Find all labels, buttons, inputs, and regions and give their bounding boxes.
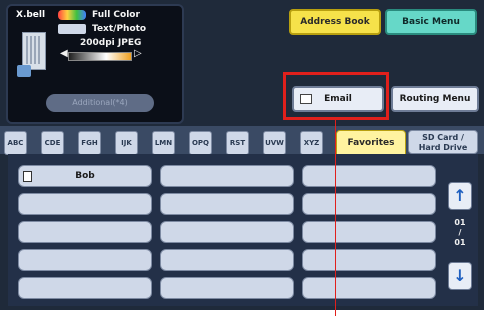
favorite-slot[interactable] (302, 165, 436, 187)
scan-mode-icon (58, 24, 86, 34)
scan-mode-label: Text/Photo (92, 24, 147, 34)
page-separator: / (458, 228, 462, 237)
page-total: 01 (454, 238, 466, 247)
document-preview-icon (17, 32, 46, 77)
additional-button[interactable]: Additional(*4) (46, 94, 154, 112)
tab-lmn[interactable]: LMN (152, 131, 175, 155)
favorite-slot-bob[interactable]: Bob (18, 165, 152, 187)
tab-xyz[interactable]: XYZ (300, 131, 323, 155)
favorite-slot[interactable] (18, 249, 152, 271)
sd-tab-line1: SD Card / (422, 133, 464, 142)
favorite-slot[interactable] (302, 221, 436, 243)
favorite-slot[interactable] (302, 193, 436, 215)
favorite-slot[interactable] (160, 249, 294, 271)
favorite-slot[interactable] (302, 277, 436, 299)
tab-opq[interactable]: OPQ (189, 131, 212, 155)
page-indicator: 01 / 01 (446, 218, 474, 248)
contrast-decrease-icon[interactable]: ◀ (60, 48, 68, 59)
tab-uvw[interactable]: UVW (263, 131, 286, 155)
tab-sd-card-hard-drive[interactable]: SD Card / Hard Drive (408, 130, 478, 154)
fax-icon (23, 171, 32, 182)
favorite-slot[interactable] (18, 193, 152, 215)
sd-tab-line2: Hard Drive (418, 143, 468, 152)
favorite-slot[interactable] (302, 249, 436, 271)
email-highlight-box (283, 72, 389, 120)
tab-abc[interactable]: ABC (4, 131, 27, 155)
favorite-slot[interactable] (18, 277, 152, 299)
tab-ijk[interactable]: IJK (115, 131, 138, 155)
favorite-slot[interactable] (160, 193, 294, 215)
tab-fgh[interactable]: FGH (78, 131, 101, 155)
tab-favorites[interactable]: Favorites (336, 130, 406, 156)
favorite-slot[interactable] (160, 277, 294, 299)
filename-label: X.bell (16, 10, 46, 20)
favorite-slot[interactable] (160, 221, 294, 243)
color-mode-label: Full Color (92, 10, 140, 20)
favorite-slot-label: Bob (75, 171, 95, 181)
color-mode-icon (58, 10, 86, 20)
tab-cde[interactable]: CDE (41, 131, 64, 155)
address-book-button[interactable]: Address Book (289, 9, 381, 35)
favorite-slot[interactable] (18, 221, 152, 243)
scroll-up-arrow-icon[interactable]: ↑ (448, 182, 472, 210)
routing-menu-button[interactable]: Routing Menu (391, 86, 479, 112)
scroll-down-arrow-icon[interactable]: ↓ (448, 262, 472, 290)
fax-touch-screen: X.bell Full Color Text/Photo 200dpi JPEG… (0, 0, 484, 310)
contrast-slider[interactable] (68, 52, 132, 61)
resolution-label: 200dpi JPEG (80, 38, 142, 48)
page-current: 01 (454, 218, 466, 227)
scan-settings-panel: X.bell Full Color Text/Photo 200dpi JPEG… (6, 4, 184, 124)
tab-rst[interactable]: RST (226, 131, 249, 155)
contrast-increase-icon[interactable]: ▷ (134, 48, 142, 59)
basic-menu-button[interactable]: Basic Menu (385, 9, 477, 35)
favorite-slot[interactable] (160, 165, 294, 187)
callout-line (335, 120, 336, 316)
